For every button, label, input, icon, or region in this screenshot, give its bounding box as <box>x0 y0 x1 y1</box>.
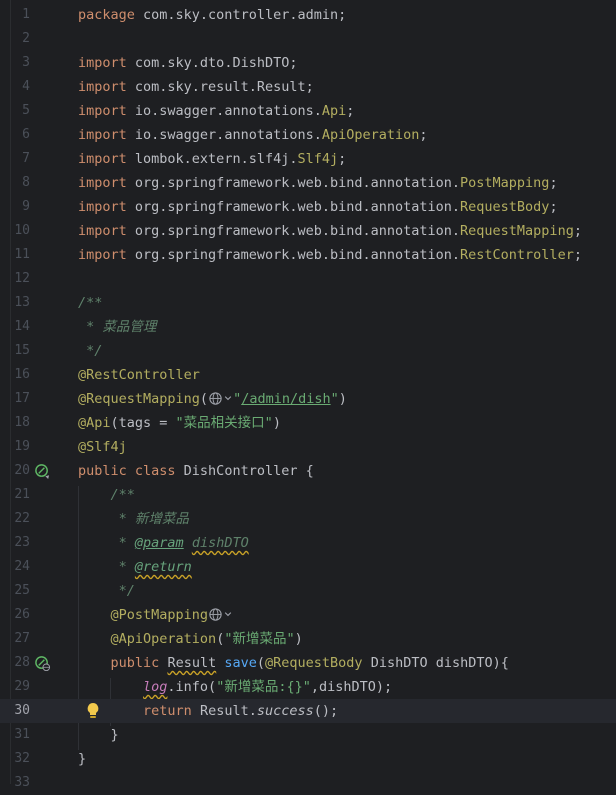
code-line[interactable]: 9 import org.springframework.web.bind.ann… <box>0 195 616 219</box>
line-number: 20 <box>14 463 30 478</box>
code-line[interactable]: 22 * 新增菜品 <box>0 507 616 531</box>
code-line[interactable]: 4 import com.sky.result.Result; <box>0 75 616 99</box>
code-text[interactable]: return Result.success(); <box>78 699 338 723</box>
line-number: 1 <box>22 7 30 22</box>
code-text[interactable]: @Api(tags = "菜品相关接口") <box>78 411 281 435</box>
code-line[interactable]: 28 public Result save(@RequestBody DishD… <box>0 651 616 675</box>
line-number: 10 <box>14 223 30 238</box>
code-line[interactable]: 14 * 菜品管理 <box>0 315 616 339</box>
line-number: 33 <box>14 775 30 790</box>
code-line[interactable]: 1 package com.sky.controller.admin; <box>0 3 616 27</box>
code-text[interactable]: package com.sky.controller.admin; <box>78 3 346 27</box>
code-line[interactable]: 15 */ <box>0 339 616 363</box>
code-text[interactable]: @PostMapping <box>78 603 233 630</box>
code-text[interactable]: } <box>78 723 119 747</box>
code-text[interactable]: import org.springframework.web.bind.anno… <box>78 219 582 243</box>
line-number: 12 <box>14 271 30 286</box>
line-number: 22 <box>14 511 30 526</box>
code-text[interactable]: @RestController <box>78 363 200 387</box>
code-text[interactable]: import org.springframework.web.bind.anno… <box>78 195 558 219</box>
code-line[interactable]: 18 @Api(tags = "菜品相关接口") <box>0 411 616 435</box>
code-text[interactable]: import com.sky.dto.DishDTO; <box>78 51 297 75</box>
code-text[interactable]: */ <box>78 579 135 603</box>
code-line[interactable]: 6 import io.swagger.annotations.ApiOperat… <box>0 123 616 147</box>
line-number: 8 <box>22 175 30 190</box>
code-text[interactable]: * 新增菜品 <box>78 507 189 531</box>
code-text[interactable]: /** <box>78 291 102 315</box>
line-number: 21 <box>14 487 30 502</box>
code-text[interactable]: } <box>78 747 86 771</box>
line-number: 16 <box>14 367 30 382</box>
line-number: 32 <box>14 751 30 766</box>
code-text[interactable]: import com.sky.result.Result; <box>78 75 314 99</box>
code-line[interactable]: 30 return Result.success(); <box>0 699 616 723</box>
line-number: 30 <box>14 703 30 718</box>
code-line[interactable]: 23 * @param dishDTO <box>0 531 616 555</box>
code-line[interactable]: 8 import org.springframework.web.bind.ann… <box>0 171 616 195</box>
line-number: 15 <box>14 343 30 358</box>
code-line[interactable]: 13 /** <box>0 291 616 315</box>
line-number: 29 <box>14 679 30 694</box>
line-number: 17 <box>14 391 30 406</box>
code-line[interactable]: 16 @RestController <box>0 363 616 387</box>
code-line[interactable]: 24 * @return <box>0 555 616 579</box>
code-text[interactable]: public Result save(@RequestBody DishDTO … <box>78 651 509 675</box>
code-text[interactable]: * @param dishDTO <box>78 531 249 555</box>
code-line[interactable]: 7 import lombok.extern.slf4j.Slf4j; <box>0 147 616 171</box>
code-text[interactable]: @RequestMapping("/admin/dish") <box>78 387 347 414</box>
code-line[interactable]: 19 @Slf4j <box>0 435 616 459</box>
code-line[interactable]: 25 */ <box>0 579 616 603</box>
line-number: 25 <box>14 583 30 598</box>
code-text[interactable]: /** <box>78 483 135 507</box>
code-line[interactable]: 2 <box>0 27 616 51</box>
code-text[interactable]: import io.swagger.annotations.Api; <box>78 99 354 123</box>
line-number: 13 <box>14 295 30 310</box>
line-number: 2 <box>22 31 30 46</box>
line-number: 31 <box>14 727 30 742</box>
code-line[interactable]: 32} <box>0 747 616 771</box>
code-line[interactable]: 33 <box>0 771 616 795</box>
code-text[interactable]: log.info("新增菜品:{}",dishDTO); <box>78 675 392 699</box>
line-number: 27 <box>14 631 30 646</box>
code-editor[interactable]: 1 package com.sky.controller.admin; 2 3 impo… <box>0 0 616 790</box>
code-text[interactable]: import org.springframework.web.bind.anno… <box>78 243 582 267</box>
code-text[interactable]: */ <box>78 339 102 363</box>
code-text[interactable]: * 菜品管理 <box>78 315 156 339</box>
code-text[interactable]: public class DishController { <box>78 459 314 483</box>
line-number: 14 <box>14 319 30 334</box>
line-number: 4 <box>22 79 30 94</box>
line-number: 23 <box>14 535 30 550</box>
code-line[interactable]: 12 <box>0 267 616 291</box>
code-line[interactable]: 20 public class DishController { <box>0 459 616 483</box>
line-number: 6 <box>22 127 30 142</box>
code-line[interactable]: 29 log.info("新增菜品:{}",dishDTO); <box>0 675 616 699</box>
code-line[interactable]: 5 import io.swagger.annotations.Api; <box>0 99 616 123</box>
code-text[interactable]: import lombok.extern.slf4j.Slf4j; <box>78 147 346 171</box>
code-text[interactable]: @Slf4j <box>78 435 127 459</box>
line-number: 24 <box>14 559 30 574</box>
code-text[interactable]: import io.swagger.annotations.ApiOperati… <box>78 123 428 147</box>
code-line[interactable]: 31 } <box>0 723 616 747</box>
code-line[interactable]: 26 @PostMapping <box>0 603 616 627</box>
line-number: 26 <box>14 607 30 622</box>
line-number: 7 <box>22 151 30 166</box>
line-number: 11 <box>14 247 30 262</box>
code-line[interactable]: 11 import org.springframework.web.bind.an… <box>0 243 616 267</box>
code-text[interactable]: @ApiOperation("新增菜品") <box>78 627 303 651</box>
line-number: 9 <box>22 199 30 214</box>
code-line[interactable]: 3 import com.sky.dto.DishDTO; <box>0 51 616 75</box>
line-number: 3 <box>22 55 30 70</box>
code-line[interactable]: 10 import org.springframework.web.bind.an… <box>0 219 616 243</box>
code-line[interactable]: 27 @ApiOperation("新增菜品") <box>0 627 616 651</box>
code-line[interactable]: 17 @RequestMapping("/admin/dish") <box>0 387 616 411</box>
line-number: 5 <box>22 103 30 118</box>
line-number: 28 <box>14 655 30 670</box>
code-text[interactable]: import org.springframework.web.bind.anno… <box>78 171 558 195</box>
line-number: 19 <box>14 439 30 454</box>
code-text[interactable]: * @return <box>78 555 192 579</box>
code-line[interactable]: 21 /** <box>0 483 616 507</box>
line-number: 18 <box>14 415 30 430</box>
